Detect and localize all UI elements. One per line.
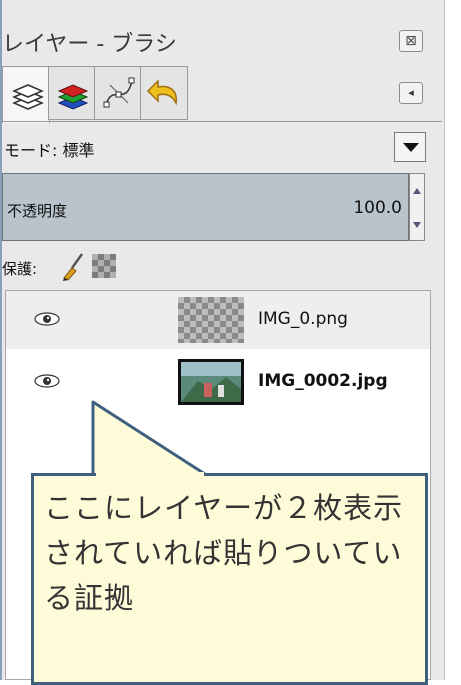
lock-alpha-icon[interactable] — [92, 254, 116, 278]
dock-tabs: ◂ — [2, 66, 442, 123]
eye-icon[interactable] — [34, 311, 60, 327]
mode-label: モード: 標準 — [4, 141, 95, 160]
eye-icon[interactable] — [34, 373, 60, 389]
close-dock-button[interactable]: ⊠ — [399, 30, 423, 52]
tab-undo-history[interactable] — [140, 66, 188, 120]
layer-name[interactable]: IMG_0.png — [258, 309, 348, 329]
callout-text: ここにレイヤーが２枚表示されていれば貼りついている証拠 — [44, 491, 404, 615]
undo-arrow-icon — [146, 79, 177, 106]
tab-layers[interactable] — [2, 66, 50, 123]
mode-row: モード: 標準 — [2, 132, 442, 164]
protect-label: 保護: — [2, 260, 38, 278]
layer-row[interactable]: IMG_0002.jpg — [6, 353, 430, 411]
lock-pixels-brush-icon[interactable] — [60, 252, 86, 282]
mode-dropdown[interactable] — [394, 132, 426, 162]
layer-name[interactable]: IMG_0002.jpg — [258, 371, 388, 391]
window-right-edge — [444, 0, 461, 680]
tab-divider — [2, 121, 442, 122]
dock-titlebar: レイヤー - ブラシ ⊠ — [2, 20, 442, 60]
opacity-spinner[interactable] — [409, 173, 425, 241]
tab-channels[interactable] — [48, 66, 96, 120]
opacity-value: 100.0 — [353, 198, 402, 218]
opacity-label: 不透明度 — [7, 202, 68, 220]
protect-row: 保護: — [2, 250, 442, 284]
spin-down-icon[interactable] — [413, 222, 421, 228]
opacity-slider[interactable]: 不透明度 100.0 — [2, 173, 409, 241]
layers-stack-icon — [12, 84, 44, 110]
channels-icon — [57, 84, 89, 110]
layers-dock-window: レイヤー - ブラシ ⊠ ◂ モード: 標準 不透明度 100.0 保護: IM… — [0, 0, 461, 685]
tab-menu-button[interactable]: ◂ — [399, 82, 423, 104]
paths-icon — [103, 77, 135, 108]
layer-row[interactable]: IMG_0.png — [6, 291, 430, 349]
chevron-down-icon — [403, 143, 419, 152]
layer-thumbnail — [178, 359, 244, 405]
layer-thumbnail — [178, 297, 244, 343]
annotation-callout: ここにレイヤーが２枚表示されていれば貼りついている証拠 — [31, 473, 428, 685]
dock-title: レイヤー - ブラシ — [2, 32, 177, 57]
tab-paths[interactable] — [94, 66, 142, 120]
spin-up-icon[interactable] — [413, 188, 421, 194]
